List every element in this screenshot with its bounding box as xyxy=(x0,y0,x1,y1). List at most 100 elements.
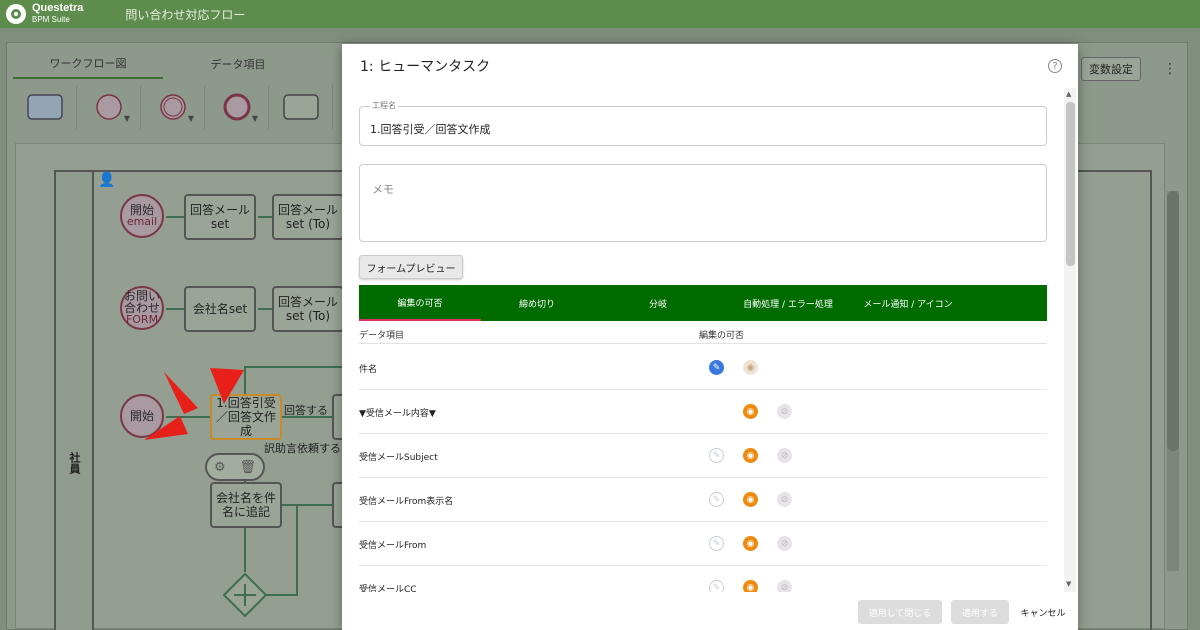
tab-auto-error[interactable]: 自動処理 / エラー処理 xyxy=(723,285,853,321)
table-row: 件名 ✎ ◉ xyxy=(359,346,1047,390)
chevron-down-icon: ▼ xyxy=(187,114,194,123)
col-editability: 編集の可否 xyxy=(699,331,745,341)
more-menu-icon[interactable]: ⋮ xyxy=(1163,61,1177,77)
grid-header: データ項目 編集の可否 xyxy=(359,328,1047,344)
gateway-icon[interactable] xyxy=(222,572,268,618)
table-row: 受信メールSubject ✎ ◉ ⊘ xyxy=(359,434,1047,478)
palette-subtask[interactable] xyxy=(269,85,333,129)
memo-textarea[interactable]: メモ xyxy=(359,164,1047,242)
table-row: 受信メールFrom ✎ ◉ ⊘ xyxy=(359,522,1047,566)
tab-mail-icon[interactable]: メール通知 / アイコン xyxy=(853,285,963,321)
dialog-body: 工程名 1.回答引受／回答文作成 メモ フォームプレビュー 編集の可否 締め切り… xyxy=(342,90,1062,592)
table-row: 受信メールFrom表示名 ✎ ◉ ⊘ xyxy=(359,478,1047,522)
task-company-name-set[interactable]: 会社名set xyxy=(184,286,256,332)
hidden-icon[interactable]: ⊘ xyxy=(777,404,792,419)
row-label: 受信メールFrom表示名 xyxy=(359,497,454,507)
apply-close-button[interactable]: 適用して閉じる xyxy=(858,600,942,624)
task-reply-mail-set[interactable]: 回答メール set xyxy=(184,194,256,240)
palette-end-event[interactable]: ▼ xyxy=(205,85,269,129)
palette-intermediate-event[interactable]: ▼ xyxy=(141,85,205,129)
tab-editability[interactable]: 編集の可否 xyxy=(359,285,481,321)
viewable-icon[interactable]: ◉ xyxy=(743,360,758,375)
dialog-title: 1: ヒューマンタスク xyxy=(360,59,491,75)
tab-branch[interactable]: 分岐 xyxy=(593,285,723,321)
help-icon[interactable]: ? xyxy=(1048,59,1062,73)
brand-subtitle: BPM Suite xyxy=(32,15,70,24)
task-reply-mail-set-to[interactable]: 回答メール set (To) xyxy=(272,194,344,240)
editable-icon[interactable]: ✎ xyxy=(709,360,724,375)
row-label: 受信メールCC xyxy=(359,585,417,592)
node-action-toolbar: ⚙ 🗑 xyxy=(205,453,265,481)
row-label: 受信メールFrom xyxy=(359,541,427,551)
editable-icon[interactable]: ✎ xyxy=(709,580,724,592)
sequence-flow xyxy=(166,308,184,310)
sequence-flow xyxy=(258,216,272,218)
editable-icon[interactable]: ✎ xyxy=(709,536,724,551)
variable-settings-button[interactable]: 変数設定 xyxy=(1081,57,1141,81)
sequence-flow xyxy=(296,504,298,596)
scroll-down-icon[interactable]: ▼ xyxy=(1066,580,1071,588)
editable-icon[interactable]: ✎ xyxy=(709,448,724,463)
chevron-down-icon: ▼ xyxy=(123,114,130,123)
task-shape-icon xyxy=(26,94,63,120)
sequence-flow xyxy=(258,308,272,310)
flow-label-reply: 回答する xyxy=(284,404,328,417)
subtask-shape-icon xyxy=(282,94,319,120)
gear-icon[interactable]: ⚙ xyxy=(214,460,226,475)
hidden-icon[interactable]: ⊘ xyxy=(777,536,792,551)
flow-label-advice: 訳助言依頼する xyxy=(264,442,341,455)
start-event-form[interactable]: お問い合わせ FORM xyxy=(120,286,164,330)
user-icon: 👤 xyxy=(98,172,116,188)
table-row: ▼受信メール内容▼ ◉ ⊘ xyxy=(359,390,1047,434)
tab-workflow-diagram[interactable]: ワークフロー図 xyxy=(13,49,163,79)
viewable-icon[interactable]: ◉ xyxy=(743,536,758,551)
palette-task[interactable] xyxy=(13,85,77,129)
viewable-icon[interactable]: ◉ xyxy=(743,580,758,592)
scroll-up-icon[interactable]: ▲ xyxy=(1066,90,1071,98)
palette-start-event[interactable]: ▼ xyxy=(77,85,141,129)
lane-label: 社員 xyxy=(68,452,81,474)
editable-icon[interactable]: ✎ xyxy=(709,492,724,507)
task-append-company-name[interactable]: 会社名を件名に追記 xyxy=(210,482,282,528)
hidden-icon[interactable]: ⊘ xyxy=(777,492,792,507)
viewable-icon[interactable]: ◉ xyxy=(743,448,758,463)
hidden-icon[interactable]: ⊘ xyxy=(777,448,792,463)
hidden-icon[interactable]: ⊘ xyxy=(777,580,792,592)
cancel-button[interactable]: キャンセル xyxy=(1016,600,1070,624)
human-task-dialog: 1: ヒューマンタスク ? 工程名 1.回答引受／回答文作成 メモ フォームプレ… xyxy=(342,44,1078,630)
sequence-flow xyxy=(166,216,184,218)
chevron-down-icon: ▼ xyxy=(251,114,258,123)
tab-data-items[interactable]: データ項目 xyxy=(163,49,313,79)
viewable-icon[interactable]: ◉ xyxy=(743,492,758,507)
tab-deadline[interactable]: 締め切り xyxy=(481,285,593,321)
dialog-scrollbar[interactable]: ▲ ▼ xyxy=(1064,88,1076,592)
form-preview-button[interactable]: フォームプレビュー xyxy=(359,255,463,279)
sequence-flow xyxy=(266,594,296,596)
step-name-value: 1.回答引受／回答文作成 xyxy=(370,123,491,136)
tutorial-arrows-icon xyxy=(144,368,244,440)
task-settings-tabs: 編集の可否 締め切り 分岐 自動処理 / エラー処理 メール通知 / アイコン xyxy=(359,285,1047,321)
sequence-flow xyxy=(244,366,348,368)
table-row: 受信メールCC ✎ ◉ ⊘ xyxy=(359,566,1047,592)
questetra-logo-icon xyxy=(6,4,26,24)
dialog-footer: 適用して閉じる 適用する キャンセル xyxy=(342,592,1078,630)
apply-button[interactable]: 適用する xyxy=(951,600,1009,624)
start-event-email[interactable]: 開始 email xyxy=(120,194,164,238)
end-event-icon xyxy=(223,93,250,121)
scroll-thumb[interactable] xyxy=(1066,102,1075,266)
editor-tabs: ワークフロー図 データ項目 xyxy=(13,49,313,79)
swimlane-header: 社員 xyxy=(54,170,94,630)
brand-name: Questetra xyxy=(32,2,84,14)
task-reply-mail-set-to-2[interactable]: 回答メール set (To) xyxy=(272,286,344,332)
memo-placeholder: メモ xyxy=(372,183,394,196)
intermediate-event-icon xyxy=(159,94,186,120)
trash-icon[interactable]: 🗑 xyxy=(240,460,257,475)
step-name-field[interactable]: 工程名 1.回答引受／回答文作成 xyxy=(359,100,1047,146)
row-label: 受信メールSubject xyxy=(359,453,438,463)
canvas-scrollbar[interactable] xyxy=(1167,191,1179,571)
step-name-label: 工程名 xyxy=(370,100,398,111)
viewable-icon[interactable]: ◉ xyxy=(743,404,758,419)
sequence-flow xyxy=(282,504,332,506)
row-label: 件名 xyxy=(359,365,378,375)
workflow-title: 問い合わせ対応フロー xyxy=(125,7,246,22)
